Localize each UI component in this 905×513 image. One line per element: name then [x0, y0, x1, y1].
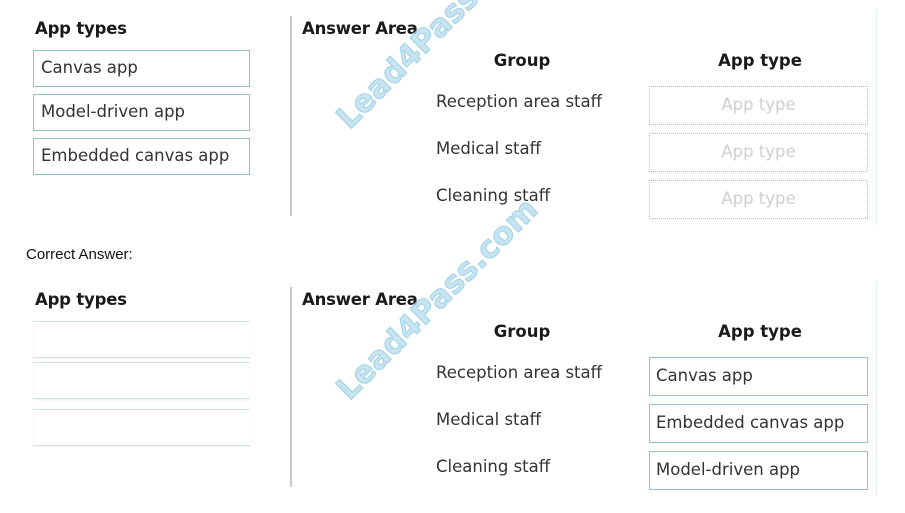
panel-right-edge	[876, 10, 877, 225]
answer-reception-canvas-app[interactable]: Canvas app	[649, 357, 868, 396]
source-item-model-driven-app[interactable]: Model-driven app	[33, 94, 250, 131]
group-column-header: Group	[493, 51, 551, 70]
panel-divider	[290, 287, 292, 487]
group-label-cleaning: Cleaning staff	[436, 186, 551, 205]
source-item-canvas-app[interactable]: Canvas app	[33, 50, 250, 87]
answer-area-heading: Answer Area	[302, 19, 418, 38]
panel-divider	[290, 16, 292, 216]
group-column-header: Group	[493, 322, 551, 341]
question-panel: App types Canvas app Model-driven app Em…	[0, 0, 905, 230]
correct-answer-label: Correct Answer:	[26, 246, 133, 263]
group-label-medical: Medical staff	[436, 410, 542, 429]
answer-panel: App types Answer Area Group App type Rec…	[0, 191, 905, 501]
drop-zone-cleaning[interactable]: App type	[649, 180, 868, 219]
app-types-heading: App types	[35, 19, 127, 38]
answer-area-heading: Answer Area	[302, 290, 418, 309]
app-type-column-header: App type	[718, 51, 802, 70]
drop-zone-medical[interactable]: App type	[649, 133, 868, 172]
source-slot-empty	[33, 362, 250, 399]
source-slot-empty	[33, 321, 250, 358]
group-label-medical: Medical staff	[436, 139, 542, 158]
group-label-reception: Reception area staff	[436, 92, 603, 111]
answer-medical-embedded-canvas-app[interactable]: Embedded canvas app	[649, 404, 868, 443]
group-label-reception: Reception area staff	[436, 363, 603, 382]
source-item-embedded-canvas-app[interactable]: Embedded canvas app	[33, 138, 250, 175]
app-type-column-header: App type	[718, 322, 802, 341]
answer-cleaning-model-driven-app[interactable]: Model-driven app	[649, 451, 868, 490]
panel-right-edge	[876, 281, 877, 496]
drop-zone-reception[interactable]: App type	[649, 86, 868, 125]
source-slot-empty	[33, 409, 250, 446]
app-types-heading: App types	[35, 290, 127, 309]
group-label-cleaning: Cleaning staff	[436, 457, 551, 476]
